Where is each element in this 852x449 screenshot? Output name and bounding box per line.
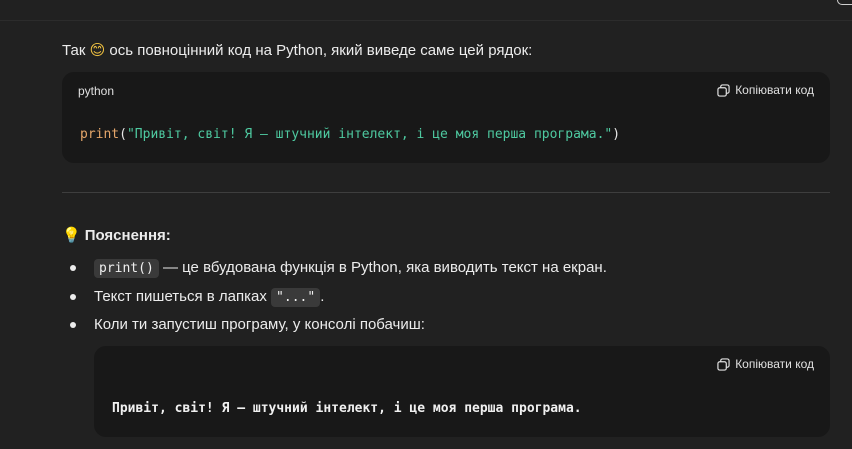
copy-code-label: Копіювати код — [735, 83, 814, 97]
intro-text-before: Так — [62, 42, 86, 59]
smile-emoji-icon: 😊 — [89, 41, 106, 59]
explanation-heading: 💡 Пояснення: — [62, 226, 171, 244]
section-divider — [62, 192, 830, 193]
list-item: print() — це вбудована функція в Python,… — [62, 256, 830, 285]
code-paren-open: ( — [119, 127, 127, 142]
code-content: print("Привіт, світ! Я — штучний інтелек… — [80, 127, 620, 142]
code-string: "Привіт, світ! Я — штучний інтелект, і ц… — [126, 127, 613, 142]
inline-code: "..." — [271, 287, 321, 307]
inline-code: print() — [94, 259, 159, 278]
intro-text-after: ось повноцінний код на Python, який виве… — [109, 42, 533, 59]
copy-icon — [717, 357, 730, 371]
list-item-text: — це вбудована функція в Python, яка вив… — [162, 259, 607, 276]
python-code-block: python Копіювати код print("Привіт, світ… — [62, 72, 830, 163]
list-item-text: Текст пишеться в лапках — [94, 287, 267, 305]
output-code-block: Копіювати код Привіт, світ! Я — штучний … — [94, 346, 830, 437]
copy-code-label: Копіювати код — [735, 357, 814, 371]
explanation-title: Пояснення: — [84, 226, 171, 244]
code-paren-close: ) — [612, 127, 621, 142]
explanation-list: print() — це вбудована функція в Python,… — [62, 256, 830, 342]
code-function: print — [80, 127, 120, 142]
copy-code-button[interactable]: Копіювати код — [717, 83, 814, 97]
console-output: Привіт, світ! Я — штучний інтелект, і це… — [112, 401, 582, 416]
code-language-label: python — [78, 84, 115, 98]
scroll-corner — [837, 0, 852, 5]
list-item-suffix: . — [320, 287, 325, 305]
intro-text: Так 😊 ось повноцінний код на Python, яки… — [62, 40, 532, 61]
lightbulb-icon: 💡 — [62, 226, 81, 244]
top-divider — [0, 20, 852, 21]
copy-icon — [717, 83, 730, 97]
copy-code-button[interactable]: Копіювати код — [717, 357, 814, 371]
list-item: Коли ти запустиш програму, у консолі поб… — [62, 313, 830, 342]
list-item: Текст пишеться в лапках "...". — [62, 285, 830, 314]
list-item-text: Коли ти запустиш програму, у консолі поб… — [94, 316, 425, 333]
